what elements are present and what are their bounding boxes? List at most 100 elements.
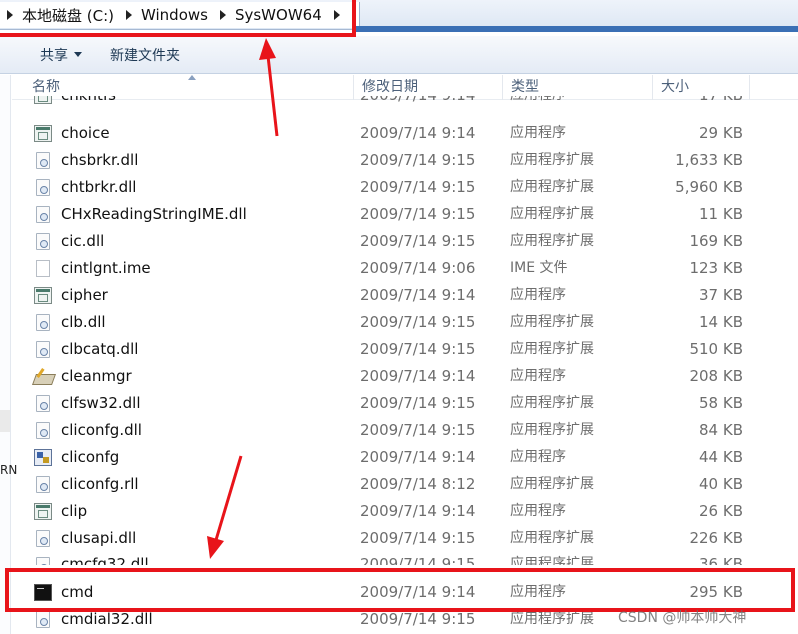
blank-file-icon xyxy=(36,260,50,277)
file-type: 应用程序 xyxy=(510,584,566,600)
dll-icon xyxy=(36,611,50,628)
file-size: 17 KB xyxy=(699,96,743,109)
file-size: 29 KB xyxy=(699,124,743,142)
breadcrumb-label-drive[interactable]: 本地磁盘 (C:) xyxy=(22,5,114,26)
file-type: 应用程序 xyxy=(510,287,566,303)
file-size: 510 KB xyxy=(689,340,743,358)
dll-icon xyxy=(36,530,50,547)
navigation-pane[interactable] xyxy=(0,75,11,634)
file-type: 应用程序扩展 xyxy=(510,530,594,546)
file-name: CHxReadingStringIME.dll xyxy=(61,205,247,223)
breadcrumb-arrow-icon[interactable] xyxy=(7,10,13,20)
file-name: cmd xyxy=(61,583,94,601)
file-date: 2009/7/14 9:15 xyxy=(360,421,476,439)
file-date: 2009/7/14 9:14 xyxy=(360,367,476,385)
file-size: 44 KB xyxy=(699,448,743,466)
file-name: cliconfg xyxy=(61,448,120,466)
file-date: 2009/7/14 9:15 xyxy=(360,232,476,250)
table-row[interactable]: choice 2009/7/14 9:14 应用程序 29 KB xyxy=(12,120,798,147)
file-type: 应用程序扩展 xyxy=(510,152,594,168)
file-size: 14 KB xyxy=(699,313,743,331)
file-type: 应用程序扩展 xyxy=(510,179,594,195)
exe-icon xyxy=(34,125,52,142)
file-type: 应用程序 xyxy=(510,503,566,519)
file-name: cipher xyxy=(61,286,108,304)
table-row[interactable]: cliconfg.dll 2009/7/14 9:15 应用程序扩展 84 KB xyxy=(12,417,798,444)
dll-icon xyxy=(36,314,50,331)
table-row[interactable]: cintlgnt.ime 2009/7/14 9:06 IME 文件 123 K… xyxy=(12,255,798,282)
breadcrumb-label-syswow64[interactable]: SysWOW64 xyxy=(235,6,322,24)
breadcrumb-item-syswow64[interactable]: SysWOW64 xyxy=(208,6,349,24)
file-size: 40 KB xyxy=(699,475,743,493)
dll-icon xyxy=(36,557,50,565)
navigation-pane-selection xyxy=(0,410,10,432)
table-row[interactable]: clb.dll 2009/7/14 9:15 应用程序扩展 14 KB xyxy=(12,309,798,336)
breadcrumb-arrow-icon[interactable] xyxy=(333,10,340,20)
file-type: 应用程序扩展 xyxy=(510,314,594,330)
table-row[interactable]: cliconfg.rll 2009/7/14 8:12 应用程序扩展 40 KB xyxy=(12,471,798,498)
table-row[interactable]: chkntfs 2009/7/14 9:14 应用程序 17 KB xyxy=(12,96,798,109)
file-type: 应用程序扩展 xyxy=(510,476,594,492)
file-type: 应用程序扩展 xyxy=(510,206,594,222)
table-row-cmd[interactable]: cmd 2009/7/14 9:14 应用程序 295 KB xyxy=(12,579,798,606)
table-row[interactable]: chsbrkr.dll 2009/7/14 9:15 应用程序扩展 1,633 … xyxy=(12,147,798,174)
dll-icon xyxy=(36,476,50,493)
file-list[interactable]: chkntfs 2009/7/14 9:14 应用程序 17 KB choice… xyxy=(12,96,798,634)
breadcrumb-item-windows[interactable]: Windows xyxy=(114,6,208,24)
table-row[interactable]: cliconfg 2009/7/14 9:14 应用程序 44 KB xyxy=(12,444,798,471)
file-date: 2009/7/14 9:15 xyxy=(360,205,476,223)
file-name: cliconfg.dll xyxy=(61,421,142,439)
file-size: 295 KB xyxy=(689,583,743,601)
new-folder-button[interactable]: 新建文件夹 xyxy=(96,45,194,65)
exe-icon xyxy=(34,96,52,104)
file-date: 2009/7/14 8:12 xyxy=(360,475,476,493)
file-name: choice xyxy=(61,124,110,142)
file-date: 2009/7/14 9:15 xyxy=(360,394,476,412)
file-name: clip xyxy=(61,502,88,520)
file-name: cintlgnt.ime xyxy=(61,259,151,277)
file-name: cic.dll xyxy=(61,232,105,250)
file-date: 2009/7/14 9:14 xyxy=(360,448,476,466)
file-date: 2009/7/14 9:15 xyxy=(360,555,476,565)
file-type: 应用程序扩展 xyxy=(510,233,594,249)
file-name: cliconfg.rll xyxy=(61,475,139,493)
table-row[interactable]: clfsw32.dll 2009/7/14 9:15 应用程序扩展 58 KB xyxy=(12,390,798,417)
file-type: 应用程序 xyxy=(510,125,566,141)
table-row[interactable]: clbcatq.dll 2009/7/14 9:15 应用程序扩展 510 KB xyxy=(12,336,798,363)
table-row[interactable]: cleanmgr 2009/7/14 9:14 应用程序 208 KB xyxy=(12,363,798,390)
chevron-down-icon xyxy=(74,52,82,57)
table-row[interactable]: clusapi.dll 2009/7/14 9:15 应用程序扩展 226 KB xyxy=(12,525,798,552)
table-row[interactable]: chtbrkr.dll 2009/7/14 9:15 应用程序扩展 5,960 … xyxy=(12,174,798,201)
breadcrumb-arrow-icon[interactable] xyxy=(219,10,226,20)
file-date: 2009/7/14 9:14 xyxy=(360,583,476,601)
dll-icon xyxy=(36,233,50,250)
file-size: 37 KB xyxy=(699,286,743,304)
breadcrumb-arrow-icon[interactable] xyxy=(126,10,132,20)
dll-icon xyxy=(36,206,50,223)
file-size: 226 KB xyxy=(689,529,743,547)
breadcrumb-root[interactable]: 本地磁盘 (C:) xyxy=(4,5,114,26)
table-row[interactable]: clip 2009/7/14 9:14 应用程序 26 KB xyxy=(12,498,798,525)
client-config-icon xyxy=(34,449,52,466)
file-date: 2009/7/14 9:15 xyxy=(360,340,476,358)
file-date: 2009/7/14 9:15 xyxy=(360,313,476,331)
breadcrumb-label-windows[interactable]: Windows xyxy=(141,6,208,24)
file-type: 应用程序扩展 xyxy=(510,556,594,565)
table-row[interactable]: cipher 2009/7/14 9:14 应用程序 37 KB xyxy=(12,282,798,309)
file-size: 84 KB xyxy=(699,421,743,439)
command-toolbar: 共享 新建文件夹 xyxy=(0,36,798,74)
console-icon xyxy=(34,584,52,601)
file-name: clbcatq.dll xyxy=(61,340,139,358)
watermark: CSDN @帅本帅大神 xyxy=(618,610,747,626)
dll-icon xyxy=(36,341,50,358)
share-button[interactable]: 共享 xyxy=(0,45,96,65)
file-size: 123 KB xyxy=(689,259,743,277)
sort-ascending-icon xyxy=(188,75,196,80)
dll-icon xyxy=(36,152,50,169)
file-name: cmcfg32.dll xyxy=(61,555,149,565)
table-row[interactable]: cic.dll 2009/7/14 9:15 应用程序扩展 169 KB xyxy=(12,228,798,255)
breadcrumb[interactable]: 本地磁盘 (C:) Windows SysWOW64 xyxy=(0,2,360,28)
table-row[interactable]: cmcfg32.dll 2009/7/14 9:15 应用程序扩展 36 KB xyxy=(12,552,798,565)
file-size: 5,960 KB xyxy=(675,178,743,196)
table-row[interactable]: CHxReadingStringIME.dll 2009/7/14 9:15 应… xyxy=(12,201,798,228)
